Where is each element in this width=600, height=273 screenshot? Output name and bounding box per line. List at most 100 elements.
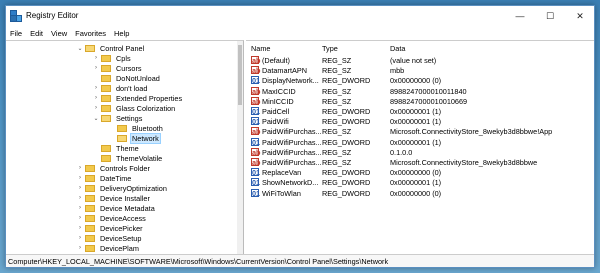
menu-help[interactable]: Help bbox=[110, 29, 133, 38]
expand-chevron-icon[interactable]: › bbox=[76, 245, 84, 251]
dword-value-icon: 01 bbox=[251, 107, 261, 116]
tree-vertical-scrollbar[interactable] bbox=[237, 41, 243, 256]
column-header-name[interactable]: Name bbox=[251, 44, 270, 53]
tree-item-label: Cpls bbox=[116, 53, 131, 63]
menu-file[interactable]: File bbox=[6, 29, 26, 38]
folder-icon bbox=[101, 54, 111, 62]
column-header-type[interactable]: Type bbox=[322, 44, 338, 53]
column-header-data[interactable]: Data bbox=[390, 44, 405, 53]
value-type: REG_SZ bbox=[322, 86, 352, 96]
maximize-button[interactable]: ☐ bbox=[536, 6, 564, 26]
value-row[interactable]: ab PaidWifiPurchas... REG_SZ Microsoft.Conn… bbox=[246, 126, 594, 136]
tree-item[interactable]: › DevicePicker bbox=[76, 223, 145, 233]
value-name: MaxICCID bbox=[262, 86, 296, 96]
value-row[interactable]: 01 PaidWifiPurchas... REG_DWORD 0x00000001 … bbox=[246, 137, 594, 147]
tree-item[interactable]: › DeviceAccess bbox=[76, 213, 148, 223]
string-value-icon: ab bbox=[251, 86, 261, 96]
tree-item[interactable]: › DeviceSetup bbox=[76, 233, 143, 243]
tree-item[interactable]: ⌄ Settings bbox=[92, 113, 144, 123]
value-row[interactable]: ab PaidWifiPurchas... REG_SZ 0.1.0.0 bbox=[246, 147, 594, 157]
expand-chevron-icon[interactable]: › bbox=[76, 195, 84, 201]
expand-chevron-icon[interactable]: › bbox=[76, 175, 84, 181]
value-type: REG_DWORD bbox=[322, 168, 371, 178]
value-row[interactable]: 01 WiFiToWlan REG_DWORD 0x00000000 (0) bbox=[246, 188, 594, 198]
tree-item[interactable]: Network bbox=[108, 132, 161, 144]
value-data: Microsoft.ConnectivityStore_8wekyb3d8bbw… bbox=[390, 127, 553, 137]
tree-item[interactable]: › DateTime bbox=[76, 173, 133, 183]
tree-item[interactable]: › don't load bbox=[92, 83, 149, 93]
menu-edit[interactable]: Edit bbox=[26, 29, 47, 38]
expand-chevron-icon[interactable]: › bbox=[92, 55, 100, 61]
tree-item[interactable]: › Cursors bbox=[92, 63, 144, 73]
expand-chevron-icon[interactable]: › bbox=[76, 165, 84, 171]
expand-chevron-icon[interactable]: › bbox=[76, 225, 84, 231]
value-type: REG_SZ bbox=[322, 96, 352, 106]
collapse-chevron-icon[interactable]: ⌄ bbox=[92, 115, 100, 122]
value-data: 0x00000000 (0) bbox=[390, 168, 442, 178]
value-row[interactable]: ab MinICCID REG_SZ 8988247000010010669 bbox=[246, 96, 594, 106]
expand-chevron-icon[interactable]: › bbox=[76, 235, 84, 241]
expand-chevron-icon[interactable]: › bbox=[76, 205, 84, 211]
value-row[interactable]: ab MaxICCID REG_SZ 8988247000010011840 bbox=[246, 86, 594, 96]
tree-item[interactable]: ThemeVolatile bbox=[92, 153, 164, 163]
tree-item-label: DevicePlam bbox=[100, 243, 139, 253]
string-value-icon: ab bbox=[251, 56, 261, 65]
folder-icon bbox=[101, 94, 111, 102]
expand-chevron-icon[interactable]: › bbox=[92, 65, 100, 71]
tree-item[interactable]: › DeliveryOptimization bbox=[76, 183, 169, 193]
string-value-icon: ab bbox=[251, 66, 261, 76]
value-row[interactable]: 01 ReplaceVan REG_DWORD 0x00000000 (0) bbox=[246, 167, 594, 177]
value-name: (Default) bbox=[262, 56, 290, 65]
tree-item-label: Bluetooth bbox=[132, 123, 163, 133]
value-row[interactable]: 01 DisplayNetwork... REG_DWORD 0x00000000 (… bbox=[246, 75, 594, 85]
tree-item-label: don't load bbox=[116, 83, 148, 93]
tree-item[interactable]: ⌄ Control Panel bbox=[76, 43, 146, 53]
expand-chevron-icon[interactable]: › bbox=[76, 185, 84, 191]
value-type: REG_DWORD bbox=[322, 107, 371, 116]
tree-item[interactable]: DoNotUnload bbox=[92, 73, 162, 83]
tree-item[interactable]: › Cpls bbox=[92, 53, 133, 63]
folder-icon bbox=[85, 174, 95, 182]
expand-chevron-icon[interactable]: › bbox=[92, 85, 100, 91]
tree-item[interactable]: › DevicePlam bbox=[76, 243, 141, 253]
close-button[interactable]: ✕ bbox=[566, 6, 594, 26]
folder-icon bbox=[101, 74, 111, 82]
value-name: WiFiToWlan bbox=[262, 188, 301, 198]
value-row[interactable]: ab DatamartAPN REG_SZ mbb bbox=[246, 65, 594, 75]
tree-item[interactable]: › Controls Folder bbox=[76, 163, 152, 173]
folder-icon bbox=[101, 104, 111, 112]
folder-icon bbox=[101, 114, 111, 122]
registry-values-pane[interactable]: Name Type Data ab (Default) REG_SZ (value n… bbox=[246, 40, 594, 256]
menu-view[interactable]: View bbox=[47, 29, 71, 38]
value-row[interactable]: ab (Default) REG_SZ (value not set) bbox=[246, 55, 594, 65]
value-row[interactable]: 01 ShowNetworkD... REG_DWORD 0x00000001 (1) bbox=[246, 177, 594, 187]
string-value-icon: ab bbox=[251, 96, 261, 106]
value-name: PaidWifiPurchas... bbox=[262, 127, 322, 137]
expand-chevron-icon[interactable]: › bbox=[76, 215, 84, 221]
menu-favorites[interactable]: Favorites bbox=[71, 29, 110, 38]
value-row[interactable]: 01 PaidWifi REG_DWORD 0x00000001 (1) bbox=[246, 116, 594, 126]
value-data: 8988247000010010669 bbox=[390, 96, 468, 106]
collapse-chevron-icon[interactable]: ⌄ bbox=[76, 45, 84, 52]
registry-tree-pane[interactable]: ⌄ Control Panel › Cpls › Cursors DoNotUnload › d… bbox=[6, 40, 244, 256]
value-row[interactable]: ab PaidWifiPurchas... REG_SZ Microsoft.Conn… bbox=[246, 157, 594, 167]
value-type: REG_DWORD bbox=[322, 188, 371, 198]
tree-item[interactable]: › Device Installer bbox=[76, 193, 152, 203]
tree-item[interactable]: Theme bbox=[92, 143, 141, 153]
registry-editor-app-icon bbox=[10, 10, 22, 22]
value-name: DisplayNetwork... bbox=[262, 76, 319, 86]
value-name: DatamartAPN bbox=[262, 66, 308, 76]
value-data: mbb bbox=[390, 66, 405, 76]
value-row[interactable]: 01 PaidCell REG_DWORD 0x00000001 (1) bbox=[246, 106, 594, 116]
tree-item[interactable]: › Extended Properties bbox=[92, 93, 184, 103]
tree-item[interactable]: › Glass Colorization bbox=[92, 103, 177, 113]
expand-chevron-icon[interactable]: › bbox=[92, 95, 100, 101]
expand-chevron-icon[interactable]: › bbox=[92, 105, 100, 111]
folder-icon bbox=[101, 144, 111, 152]
tree-item[interactable]: › Device Metadata bbox=[76, 203, 157, 213]
value-data: 0x00000000 (0) bbox=[390, 76, 442, 86]
title-bar: Registry Editor — ☐ ✕ bbox=[6, 6, 594, 26]
value-data: (value not set) bbox=[390, 56, 437, 65]
tree-item[interactable]: Bluetooth bbox=[108, 123, 165, 133]
minimize-button[interactable]: — bbox=[506, 6, 534, 26]
